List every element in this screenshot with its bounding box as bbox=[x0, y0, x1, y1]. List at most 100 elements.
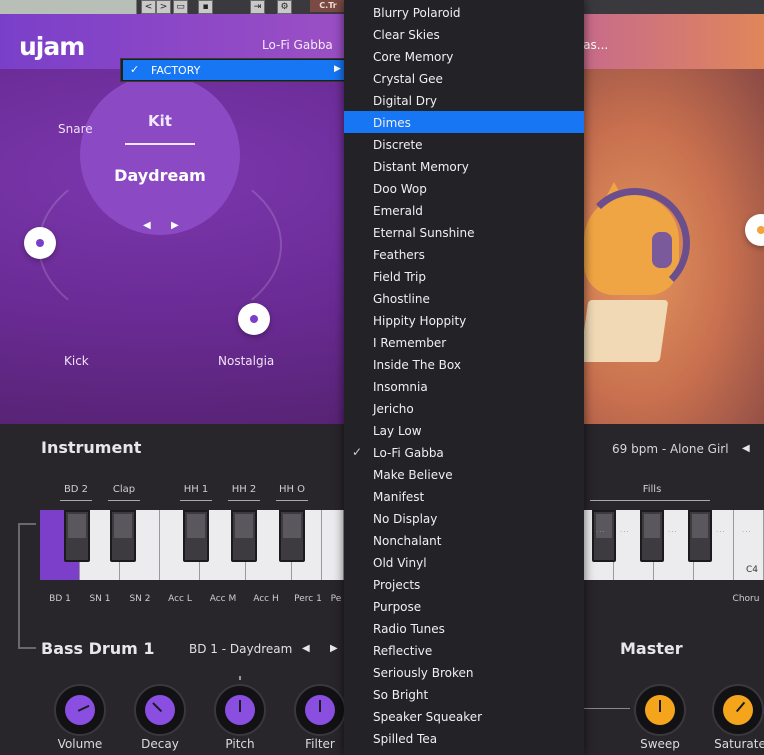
sample-prev-arrow-icon[interactable]: ◀ bbox=[302, 643, 310, 654]
preset-menu-item[interactable]: Dimes bbox=[344, 111, 584, 133]
preset-menu-item[interactable]: Blurry Polaroid bbox=[344, 1, 584, 23]
group-line-hh1 bbox=[180, 500, 212, 501]
decay-knob[interactable] bbox=[134, 684, 186, 736]
preset-menu-item-label: Purpose bbox=[373, 600, 422, 614]
preset-menu-item[interactable]: Discrete bbox=[344, 133, 584, 155]
save-icon[interactable]: ▪ bbox=[198, 0, 213, 14]
key-bd2[interactable] bbox=[64, 510, 90, 562]
preset-menu-item-label: Discrete bbox=[373, 138, 423, 152]
nostalgia-morph-handle[interactable] bbox=[238, 303, 270, 335]
preset-menu-item[interactable]: Manifest bbox=[344, 485, 584, 507]
preset-menu-item[interactable]: Emerald bbox=[344, 199, 584, 221]
preset-menu-item[interactable]: Core Memory bbox=[344, 45, 584, 67]
folder-icon[interactable]: ▭ bbox=[173, 0, 188, 14]
sweep-knob[interactable] bbox=[634, 684, 686, 736]
preset-menu-item-label: Speaker Squeaker bbox=[373, 710, 483, 724]
sweep-label: Sweep bbox=[640, 737, 680, 751]
preset-menu-item[interactable]: Make Believe bbox=[344, 463, 584, 485]
kit-selector[interactable] bbox=[80, 75, 240, 235]
preset-menu-item[interactable]: No Display bbox=[344, 507, 584, 529]
preset-menu-item[interactable]: Hippity Hoppity bbox=[344, 309, 584, 331]
key-fill-b3[interactable] bbox=[688, 510, 712, 562]
preset-menu-item[interactable]: Digital Dry bbox=[344, 89, 584, 111]
pitch-knob[interactable] bbox=[214, 684, 266, 736]
preset-menu-item-label: Emerald bbox=[373, 204, 423, 218]
preset-menu-item[interactable]: Crystal Gee bbox=[344, 67, 584, 89]
routing-line bbox=[18, 647, 36, 649]
preset-menu-item[interactable]: Radio Tunes bbox=[344, 617, 584, 639]
factory-menu: ✓ FACTORY ▶ bbox=[120, 58, 346, 82]
preset-menu-item-label: Seriously Broken bbox=[373, 666, 474, 680]
snare-morph-handle[interactable] bbox=[24, 227, 56, 259]
check-icon: ✓ bbox=[352, 445, 363, 459]
host-track-field[interactable] bbox=[0, 0, 137, 14]
preset-menu-item-label: Doo Wop bbox=[373, 182, 427, 196]
preset-menu-item[interactable]: So Bright bbox=[344, 683, 584, 705]
preset-menu-item[interactable]: Seriously Broken bbox=[344, 661, 584, 683]
preset-menu-item[interactable]: ✓ Lo-Fi Gabba bbox=[344, 441, 584, 463]
group-label-hh2: HH 2 bbox=[231, 484, 257, 495]
routing-icon[interactable]: ⇥ bbox=[250, 0, 265, 14]
preset-menu-item[interactable]: I Remember bbox=[344, 331, 584, 353]
fill-dots-2: ··· bbox=[620, 528, 630, 536]
preset-menu-item[interactable]: Field Trip bbox=[344, 265, 584, 287]
pitch-label: Pitch bbox=[225, 737, 255, 751]
volume-knob[interactable] bbox=[54, 684, 106, 736]
key-perc2[interactable] bbox=[322, 510, 344, 580]
preset-menu-item[interactable]: Ghostline bbox=[344, 287, 584, 309]
master-title: Master bbox=[620, 639, 683, 658]
key-fill-b2[interactable] bbox=[640, 510, 664, 562]
preset-menu-item[interactable]: Insomnia bbox=[344, 375, 584, 397]
preset-menu-item[interactable]: Inside The Box bbox=[344, 353, 584, 375]
instrument-keyboard bbox=[40, 510, 344, 580]
preset-menu-item[interactable]: Reflective bbox=[344, 639, 584, 661]
sample-next-arrow-icon[interactable]: ▶ bbox=[330, 643, 338, 654]
preset-menu-item[interactable]: Old Vinyl bbox=[344, 551, 584, 573]
preset-menu-item[interactable]: Speaker Squeaker bbox=[344, 705, 584, 727]
preset-menu-item[interactable]: Lay Low bbox=[344, 419, 584, 441]
key-hh1[interactable] bbox=[183, 510, 209, 562]
bpm-pattern-display[interactable]: 69 bpm - Alone Girl bbox=[612, 442, 729, 456]
key-fill-b1[interactable] bbox=[592, 510, 616, 562]
factory-label: FACTORY bbox=[151, 64, 201, 77]
group-line-hho bbox=[276, 500, 308, 501]
key-label-sn2: SN 2 bbox=[129, 594, 151, 604]
preset-menu-item[interactable]: Doo Wop bbox=[344, 177, 584, 199]
preset-menu-item[interactable]: Purpose bbox=[344, 595, 584, 617]
preset-menu-item-label: Old Vinyl bbox=[373, 556, 427, 570]
saturate-knob[interactable] bbox=[712, 684, 764, 736]
preset-menu-item-label: Dimes bbox=[373, 116, 411, 130]
volume-label: Volume bbox=[57, 737, 103, 751]
kit-next-arrow-icon[interactable]: ▶ bbox=[171, 220, 179, 231]
preset-menu-item-label: Hippity Hoppity bbox=[373, 314, 467, 328]
preset-menu-item[interactable]: Clear Skies bbox=[344, 23, 584, 45]
kit-prev-arrow-icon[interactable]: ◀ bbox=[143, 220, 151, 231]
group-line-hh2 bbox=[228, 500, 260, 501]
preset-menu-item[interactable]: Projects bbox=[344, 573, 584, 595]
instrument-title: Instrument bbox=[41, 438, 142, 457]
preset-menu-item[interactable]: Feathers bbox=[344, 243, 584, 265]
preset-menu-item[interactable]: Distant Memory bbox=[344, 155, 584, 177]
preset-dropdown-menu: Blurry Polaroid Clear Skies Core Memory Cry… bbox=[344, 0, 584, 755]
preset-menu-item[interactable]: Jericho bbox=[344, 397, 584, 419]
preset-menu-item-label: Manifest bbox=[373, 490, 425, 504]
preset-menu-item-label: Core Memory bbox=[373, 50, 454, 64]
key-hh2[interactable] bbox=[231, 510, 257, 562]
preset-menu-item-label: No Display bbox=[373, 512, 438, 526]
nav-next-button[interactable]: > bbox=[156, 0, 171, 14]
key-hho[interactable] bbox=[279, 510, 305, 562]
preset-menu-item[interactable]: Nonchalant bbox=[344, 529, 584, 551]
factory-menu-item[interactable]: ✓ FACTORY ▶ bbox=[123, 60, 345, 80]
check-icon: ✓ bbox=[130, 63, 140, 76]
nav-prev-button[interactable]: < bbox=[141, 0, 156, 14]
preset-name[interactable]: Lo-Fi Gabba bbox=[262, 38, 333, 52]
filter-knob[interactable] bbox=[294, 684, 346, 736]
preset-menu-item-label: Clear Skies bbox=[373, 28, 440, 42]
preset-menu-item[interactable]: Spilled Tea bbox=[344, 727, 584, 749]
gear-icon[interactable]: ⚙ bbox=[277, 0, 292, 14]
bass-drum-sample-select[interactable]: BD 1 - Daydream bbox=[189, 642, 292, 656]
key-clap[interactable] bbox=[110, 510, 136, 562]
pattern-prev-arrow-icon[interactable]: ◀ bbox=[742, 443, 750, 454]
preset-menu-item[interactable]: Eternal Sunshine bbox=[344, 221, 584, 243]
preset-menu-item-label: Nonchalant bbox=[373, 534, 442, 548]
